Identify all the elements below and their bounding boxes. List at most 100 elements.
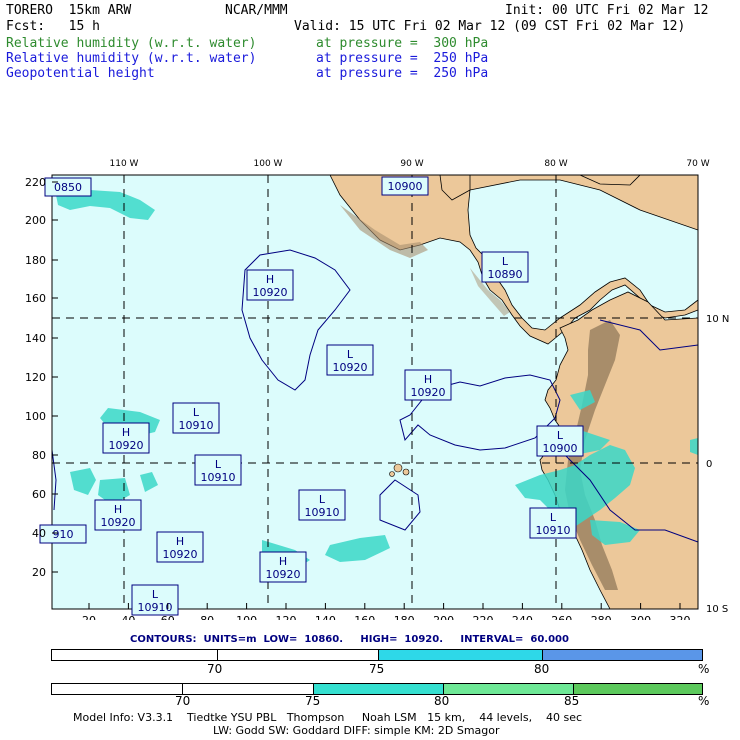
longitude-label: 110 W — [110, 159, 139, 169]
x-tick-label: 320 — [670, 614, 691, 620]
height-label-value: 910 — [53, 528, 74, 541]
x-tick-label: 40 — [121, 614, 135, 620]
colorbar-rh250 — [51, 649, 703, 661]
height-label: 0850 — [44, 177, 92, 197]
height-label-value: 10920 — [333, 361, 368, 374]
height-label-type: L — [319, 493, 326, 506]
longitude-label: 70 W — [686, 159, 709, 169]
height-label: L10910 — [298, 489, 346, 521]
height-label-type: H — [176, 535, 184, 548]
longitude-label: 80 W — [544, 159, 567, 169]
x-tick-label: 200 — [433, 614, 454, 620]
model-title: TORERO 15km ARW — [6, 3, 132, 18]
height-label-type: H — [122, 426, 130, 439]
height-label-value: 10910 — [305, 506, 340, 519]
height-label-value: 10910 — [179, 419, 214, 432]
colorbar-segment — [378, 650, 542, 660]
height-label-value: 10920 — [109, 439, 144, 452]
colorbar-segment — [52, 684, 182, 694]
colorbar-rh300-label: 75 — [305, 694, 321, 708]
height-label-value: 10910 — [536, 524, 571, 537]
field-rh250-name: Relative humidity (w.r.t. water) — [6, 51, 257, 66]
height-label: L10890 — [481, 251, 529, 283]
field-rh300-name: Relative humidity (w.r.t. water) — [6, 36, 257, 51]
height-label: 10900 — [381, 176, 429, 196]
height-label-value: 0850 — [54, 181, 82, 194]
height-label-value: 10900 — [543, 442, 578, 455]
height-label: H10920 — [156, 531, 204, 563]
colorbar-segment — [217, 650, 378, 660]
colorbar-segment — [573, 684, 702, 694]
galapagos-island — [402, 468, 410, 476]
height-label-value: 10920 — [163, 548, 198, 561]
height-label-type: H — [114, 503, 122, 516]
field-geopot-level: at pressure = 250 hPa — [316, 66, 489, 81]
height-label: H10920 — [404, 369, 452, 401]
height-label: L10910 — [529, 507, 577, 539]
height-label-value: 10920 — [266, 568, 301, 581]
y-tick-label: 20 — [32, 566, 46, 579]
height-label-type: L — [215, 458, 222, 471]
y-tick-label: 220 — [25, 176, 46, 189]
latitude-label: 10 N — [706, 314, 729, 325]
colorbar-rh250-label: 80 — [534, 662, 550, 676]
x-tick-label: 120 — [276, 614, 297, 620]
height-label: L10920 — [326, 344, 374, 376]
colorbar-rh250-label: % — [698, 662, 710, 676]
y-tick-label: 40 — [32, 527, 46, 540]
height-label-type: L — [152, 588, 159, 601]
x-tick-label: 240 — [512, 614, 533, 620]
height-label-value: 10890 — [488, 268, 523, 281]
x-tick-label: 60 — [161, 614, 175, 620]
height-label-value: 10920 — [101, 516, 136, 529]
field-geopot-name: Geopotential height — [6, 66, 155, 81]
init-time: Init: 00 UTC Fri 02 Mar 12 — [505, 3, 709, 18]
height-label: L10910 — [194, 454, 242, 486]
x-tick-label: 140 — [315, 614, 336, 620]
height-label-value: 10920 — [253, 286, 288, 299]
height-label: H10920 — [102, 422, 150, 454]
colorbar-rh300-label: % — [698, 694, 710, 708]
height-label: H10920 — [259, 551, 307, 583]
x-tick-label: 100 — [236, 614, 257, 620]
y-tick-label: 100 — [25, 410, 46, 423]
x-tick-label: 220 — [473, 614, 494, 620]
x-tick-label: 160 — [354, 614, 375, 620]
height-label: 910 — [39, 524, 87, 544]
height-label: L10900 — [536, 425, 584, 457]
y-tick-label: 60 — [32, 488, 46, 501]
y-tick-label: 180 — [25, 254, 46, 267]
y-tick-label: 120 — [25, 371, 46, 384]
height-label: L10910 — [172, 402, 220, 434]
x-tick-label: 300 — [630, 614, 651, 620]
model-info: Model Info: V3.3.1 Tiedtke YSU PBL Thomp… — [73, 711, 583, 724]
latitude-label: 0 — [706, 459, 712, 470]
colorbar-rh300-label: 85 — [564, 694, 580, 708]
x-tick-label: 20 — [82, 614, 96, 620]
field-rh300-level: at pressure = 300 hPa — [316, 36, 489, 51]
x-tick-label: 180 — [394, 614, 415, 620]
height-label-value: 10920 — [411, 386, 446, 399]
height-label-type: L — [502, 255, 509, 268]
height-label-type: L — [550, 511, 557, 524]
height-label-type: L — [193, 406, 200, 419]
height-label-value: 10910 — [138, 601, 173, 614]
longitude-label: 100 W — [254, 159, 283, 169]
height-label: H10920 — [94, 499, 142, 531]
valid-time: Valid: 15 UTC Fri 02 Mar 12 (09 CST Fri … — [294, 19, 686, 34]
height-label-value: 10910 — [201, 471, 236, 484]
height-label: L10910 — [131, 584, 179, 616]
longitude-label: 90 W — [400, 159, 423, 169]
colorbar-rh300-label: 80 — [434, 694, 450, 708]
height-label-type: H — [424, 373, 432, 386]
colorbar-segment — [52, 650, 217, 660]
galapagos-island — [393, 463, 403, 473]
y-tick-label: 140 — [25, 332, 46, 345]
colorbar-segment — [182, 684, 313, 694]
colorbar-segment — [542, 650, 702, 660]
weather-map: H10920L10920H10920L10910H10920L10910L109… — [25, 159, 729, 620]
contour-info: CONTOURS: UNITS=m LOW= 10860. HIGH= 1092… — [130, 634, 569, 645]
height-label: H10920 — [246, 269, 294, 301]
x-tick-label: 260 — [551, 614, 572, 620]
galapagos-island — [389, 471, 395, 477]
